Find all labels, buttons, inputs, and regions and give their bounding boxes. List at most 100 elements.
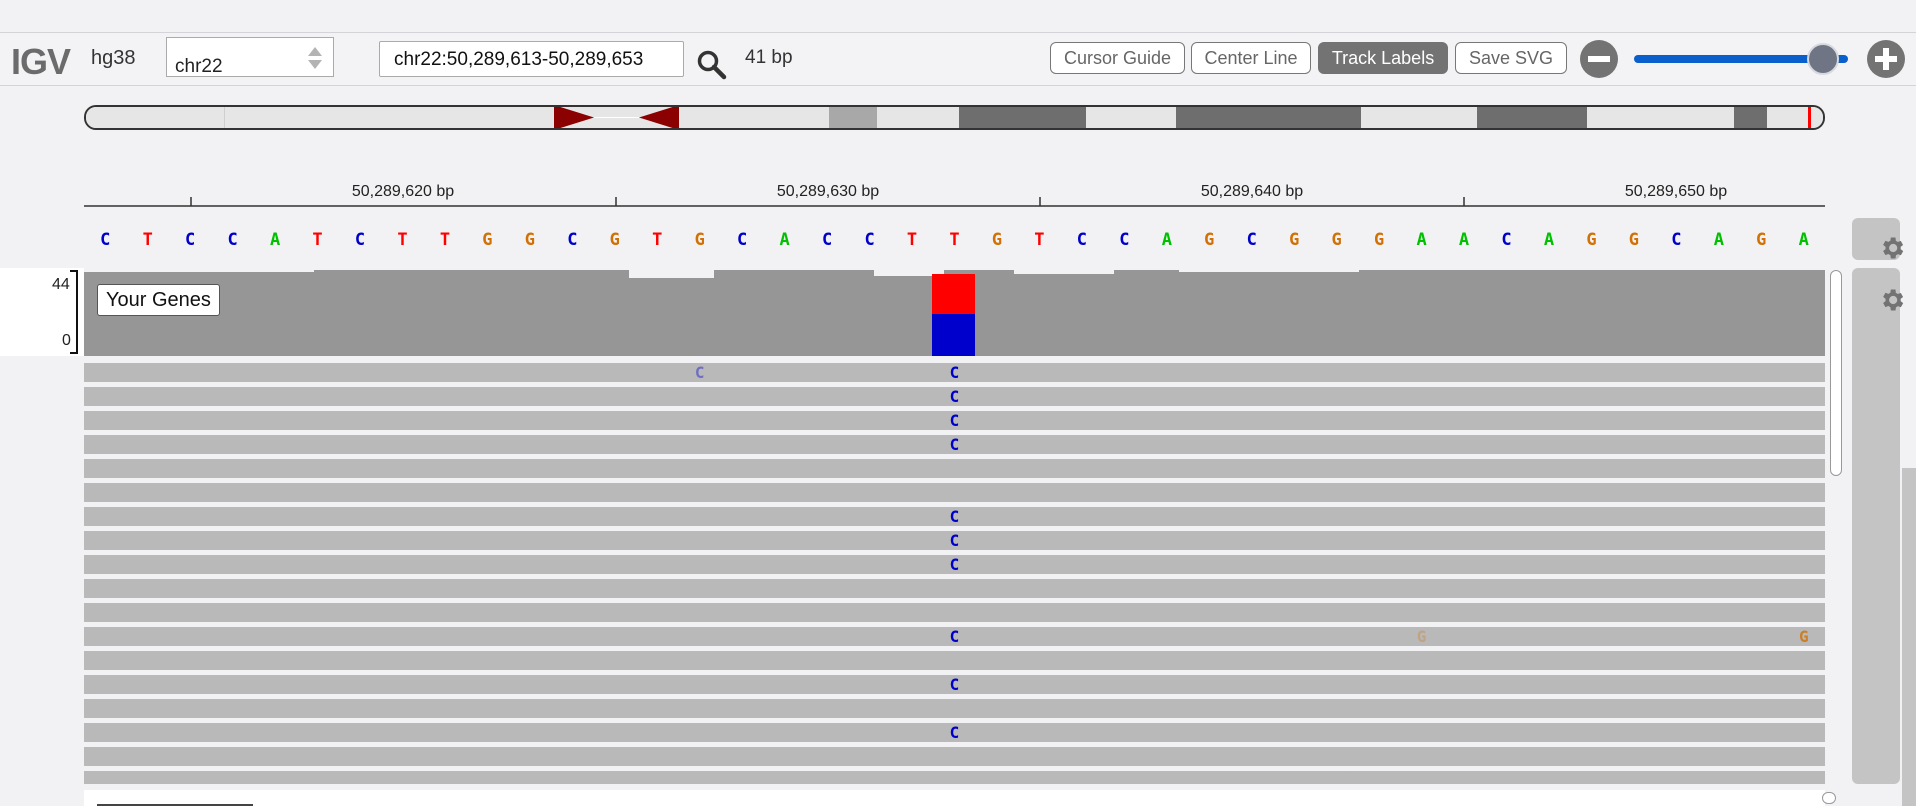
alignment-read[interactable] <box>84 459 1825 478</box>
alignment-track[interactable]: CCCCCCCCC G GCC <box>84 360 1825 784</box>
reference-base: G <box>1586 230 1596 250</box>
coverage-scale-bracket <box>70 270 78 354</box>
reference-base: T <box>949 230 959 250</box>
alignment-track-panel <box>1852 268 1900 784</box>
reference-base: G <box>525 230 535 250</box>
reference-base: C <box>1247 230 1257 250</box>
minus-circle-icon[interactable] <box>1579 39 1619 79</box>
reference-base: G <box>1332 230 1342 250</box>
reference-base: G <box>482 230 492 250</box>
reference-base: C <box>567 230 577 250</box>
zoom-slider-thumb[interactable] <box>1807 43 1839 75</box>
reference-base: G <box>695 230 705 250</box>
save-svg-button[interactable]: Save SVG <box>1455 42 1567 74</box>
reference-base: A <box>1459 230 1469 250</box>
reference-base: A <box>1799 230 1809 250</box>
reference-base: T <box>907 230 917 250</box>
locus-search-input[interactable]: chr22:50,289,613-50,289,653 <box>379 41 684 77</box>
gear-icon[interactable] <box>1878 234 1906 262</box>
reference-base: G <box>610 230 620 250</box>
toolbar: IGV hg38 chr22 chr22:50,289,613-50,289,6… <box>0 32 1916 86</box>
reference-base: C <box>864 230 874 250</box>
track-labels-button[interactable]: Track Labels <box>1318 42 1448 74</box>
coverage-allele-bar-c <box>932 314 975 356</box>
center-line-button[interactable]: Center Line <box>1191 42 1311 74</box>
reference-base: G <box>1289 230 1299 250</box>
next-track-strip <box>84 790 1825 806</box>
ruler-tick-label: 50,289,640 bp <box>1201 183 1303 200</box>
ruler-tick-label: 50,289,630 bp <box>777 183 879 200</box>
alignment-read[interactable] <box>84 603 1825 622</box>
mismatch-base: C <box>950 675 960 694</box>
ruler-tick-label: 50,289,650 bp <box>1625 183 1727 200</box>
mismatch-base: C <box>950 555 960 574</box>
cursor-guide-button[interactable]: Cursor Guide <box>1050 42 1185 74</box>
mismatch-base: C <box>950 507 960 526</box>
reference-base: C <box>100 230 110 250</box>
alignment-read[interactable] <box>84 579 1825 598</box>
reference-base: A <box>1162 230 1172 250</box>
mismatch-base: C <box>950 627 960 646</box>
bp-width: 41 bp <box>745 47 793 68</box>
reference-base: T <box>397 230 407 250</box>
locus-input-value: chr22:50,289,613-50,289,653 <box>394 49 644 70</box>
reference-base: C <box>227 230 237 250</box>
reference-base: A <box>780 230 790 250</box>
reference-base: T <box>1034 230 1044 250</box>
reference-base: C <box>185 230 195 250</box>
reference-base: C <box>1671 230 1681 250</box>
reference-base: A <box>1416 230 1426 250</box>
plus-circle-icon[interactable] <box>1866 39 1906 79</box>
alignment-read[interactable] <box>84 483 1825 502</box>
reference-base: G <box>1204 230 1214 250</box>
reference-base: G <box>1756 230 1766 250</box>
mismatch-base: C <box>950 387 960 406</box>
gear-icon[interactable] <box>1878 286 1906 314</box>
genome-label[interactable]: hg38 <box>91 47 136 70</box>
igv-logo[interactable]: IGV <box>11 41 71 83</box>
reference-sequence-track: CTCCATCTTGGCGTGCACCTTGTCCAGCGGGAACAGGCAG… <box>100 230 1809 250</box>
reference-base: A <box>1544 230 1554 250</box>
chromosome-select[interactable]: chr22 <box>166 37 334 77</box>
alignment-read[interactable] <box>84 747 1825 766</box>
search-icon[interactable] <box>696 49 728 81</box>
chromosome-select-value: chr22 <box>175 56 223 77</box>
reference-base: C <box>1077 230 1087 250</box>
reference-base: C <box>737 230 747 250</box>
reference-base: C <box>355 230 365 250</box>
reference-base: G <box>1629 230 1639 250</box>
reference-base: T <box>652 230 662 250</box>
reference-base: G <box>992 230 1002 250</box>
reference-base: G <box>1374 230 1384 250</box>
mismatch-base: C <box>950 723 960 742</box>
page-scroll-thumb[interactable] <box>1902 468 1916 806</box>
reference-base: A <box>270 230 280 250</box>
reference-base: C <box>822 230 832 250</box>
mismatch-base: C <box>950 531 960 550</box>
chevron-updown-icon <box>308 47 322 69</box>
coverage-max-label: 44 <box>52 276 70 293</box>
ruler-track: 50,289,620 bp 50,289,630 bp 50,289,640 b… <box>84 183 1825 207</box>
mismatch-base: C <box>950 363 960 382</box>
mismatch-base: G <box>1799 627 1809 646</box>
reference-base: C <box>1501 230 1511 250</box>
reference-base: T <box>143 230 153 250</box>
mismatch-base: C <box>695 363 705 382</box>
reference-base: C <box>1119 230 1129 250</box>
chromosome-ideogram[interactable] <box>84 105 1825 130</box>
alignment-read[interactable] <box>84 699 1825 718</box>
alignment-read[interactable] <box>84 651 1825 670</box>
track-label[interactable]: Your Genes <box>97 284 220 316</box>
reference-base: A <box>1714 230 1724 250</box>
vertical-scrollbar[interactable] <box>1830 270 1842 476</box>
mismatch-base: G <box>1417 627 1427 646</box>
alignment-read-partial[interactable] <box>84 771 1825 781</box>
coverage-track[interactable] <box>84 268 1825 356</box>
horizontal-scrollbar[interactable] <box>1822 792 1836 804</box>
mismatch-base: C <box>950 435 960 454</box>
coverage-allele-bar-t <box>932 274 975 314</box>
reference-base: T <box>440 230 450 250</box>
ruler-tick-label: 50,289,620 bp <box>352 183 454 200</box>
mismatch-base: C <box>950 411 960 430</box>
reference-base: T <box>312 230 322 250</box>
